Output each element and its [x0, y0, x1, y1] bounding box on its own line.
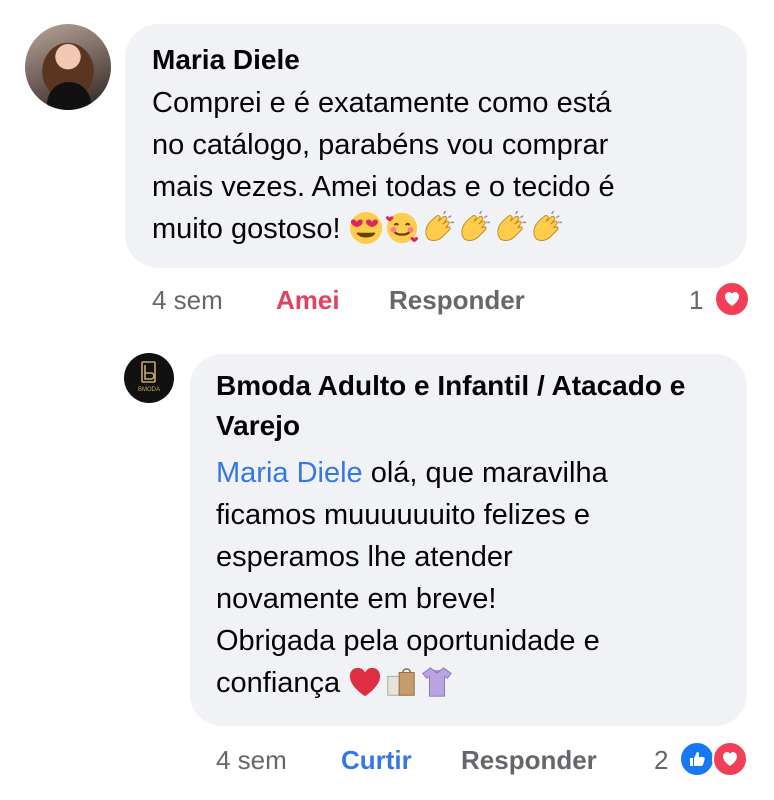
heart-reaction-icon[interactable]: [712, 741, 748, 777]
comment-time[interactable]: 4 sem: [152, 285, 223, 315]
red-heart-emoji: [350, 667, 381, 697]
reply-text: Maria Diele olá, que maravilha ficamos m…: [216, 452, 736, 704]
heart-eyes-emoji: [349, 211, 382, 245]
comment-reply-button[interactable]: Responder: [389, 285, 525, 315]
smiling-face-with-hearts-emoji: [385, 212, 418, 244]
avatar-figure: [47, 82, 91, 110]
reply-body: olá, que maravilha ficamos muuuuuuito fe…: [216, 457, 608, 699]
avatar-maria-diele[interactable]: [25, 24, 111, 110]
comment-react-button[interactable]: Amei: [276, 285, 340, 315]
bmoda-logo-text: BMODA: [138, 387, 160, 393]
reply-like-button[interactable]: Curtir: [341, 745, 412, 775]
reply-reply-button[interactable]: Responder: [461, 745, 597, 775]
like-reaction-icon[interactable]: [679, 741, 715, 777]
comment-text: Comprei e é exatamente como está no catá…: [152, 82, 732, 250]
dress-emoji: [422, 667, 453, 697]
clapping-hands-emoji: [533, 211, 562, 241]
clapping-hands-emoji: [425, 211, 454, 241]
reply-author[interactable]: Bmoda Adulto e Infantil / Atacado e Vare…: [216, 366, 736, 446]
heart-reaction-icon[interactable]: [714, 281, 750, 317]
clapping-hands-emoji: [461, 211, 490, 241]
clapping-hands-emoji: [497, 211, 526, 241]
avatar-bmoda[interactable]: BMODA: [124, 353, 174, 403]
reply-time[interactable]: 4 sem: [216, 745, 287, 775]
reply-reaction-count[interactable]: 2: [654, 745, 668, 775]
comment-reaction-count[interactable]: 1: [689, 285, 703, 315]
comment-author[interactable]: Maria Diele: [152, 40, 300, 80]
mention-link[interactable]: Maria Diele: [216, 457, 363, 489]
shopping-bags-emoji: [387, 668, 415, 696]
